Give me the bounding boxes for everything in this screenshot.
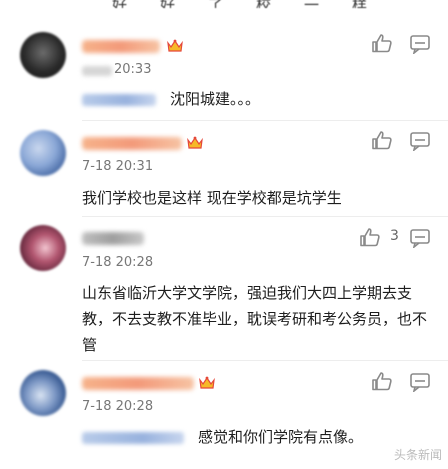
thumb-up-icon[interactable] bbox=[370, 129, 394, 151]
thumb-up-icon[interactable] bbox=[358, 226, 382, 248]
comment-text: 我们学校也是这样 现在学校都是坑学生 bbox=[82, 189, 342, 207]
like-count: 3 bbox=[390, 228, 399, 244]
comment-text: 感觉和你们学院有点像。 bbox=[198, 428, 364, 446]
username-blurred[interactable] bbox=[82, 232, 144, 245]
watermark: 头条新闻 bbox=[393, 448, 442, 462]
divider bbox=[82, 216, 448, 217]
previous-comment-text-fragment: ……好……好……了……校……一……样 bbox=[80, 0, 368, 8]
mention-blurred[interactable] bbox=[82, 432, 184, 444]
message-square-icon[interactable] bbox=[409, 131, 431, 151]
username-blurred[interactable] bbox=[82, 137, 182, 150]
mention-blurred[interactable] bbox=[82, 94, 156, 106]
comment-text: 山东省临沂大学文学院，强迫我们大四上学期去支教，不去支教不准毕业，耽误考研和考公… bbox=[82, 284, 428, 354]
username-blurred[interactable] bbox=[82, 377, 194, 390]
avatar[interactable] bbox=[20, 130, 66, 176]
comment-time: 7-18 20:31 bbox=[82, 159, 154, 174]
crown-icon bbox=[187, 136, 203, 149]
divider bbox=[82, 120, 448, 121]
thumb-up-icon[interactable] bbox=[370, 370, 394, 392]
comment-text: 沈阳城建。。。 bbox=[170, 90, 261, 108]
divider bbox=[82, 360, 448, 361]
time-prefix-blurred bbox=[82, 66, 112, 76]
comment-time: 7-18 20:28 bbox=[82, 255, 154, 270]
crown-icon bbox=[199, 376, 215, 389]
comment-time: 20:33 bbox=[114, 62, 152, 77]
thumb-up-icon[interactable] bbox=[370, 32, 394, 54]
avatar[interactable] bbox=[20, 32, 66, 78]
avatar[interactable] bbox=[20, 370, 66, 416]
crown-icon bbox=[167, 39, 183, 52]
username-blurred[interactable] bbox=[82, 40, 160, 53]
avatar[interactable] bbox=[20, 225, 66, 271]
message-square-icon[interactable] bbox=[409, 34, 431, 54]
comment-time: 7-18 20:28 bbox=[82, 399, 154, 414]
message-square-icon[interactable] bbox=[409, 228, 431, 248]
message-square-icon[interactable] bbox=[409, 372, 431, 392]
